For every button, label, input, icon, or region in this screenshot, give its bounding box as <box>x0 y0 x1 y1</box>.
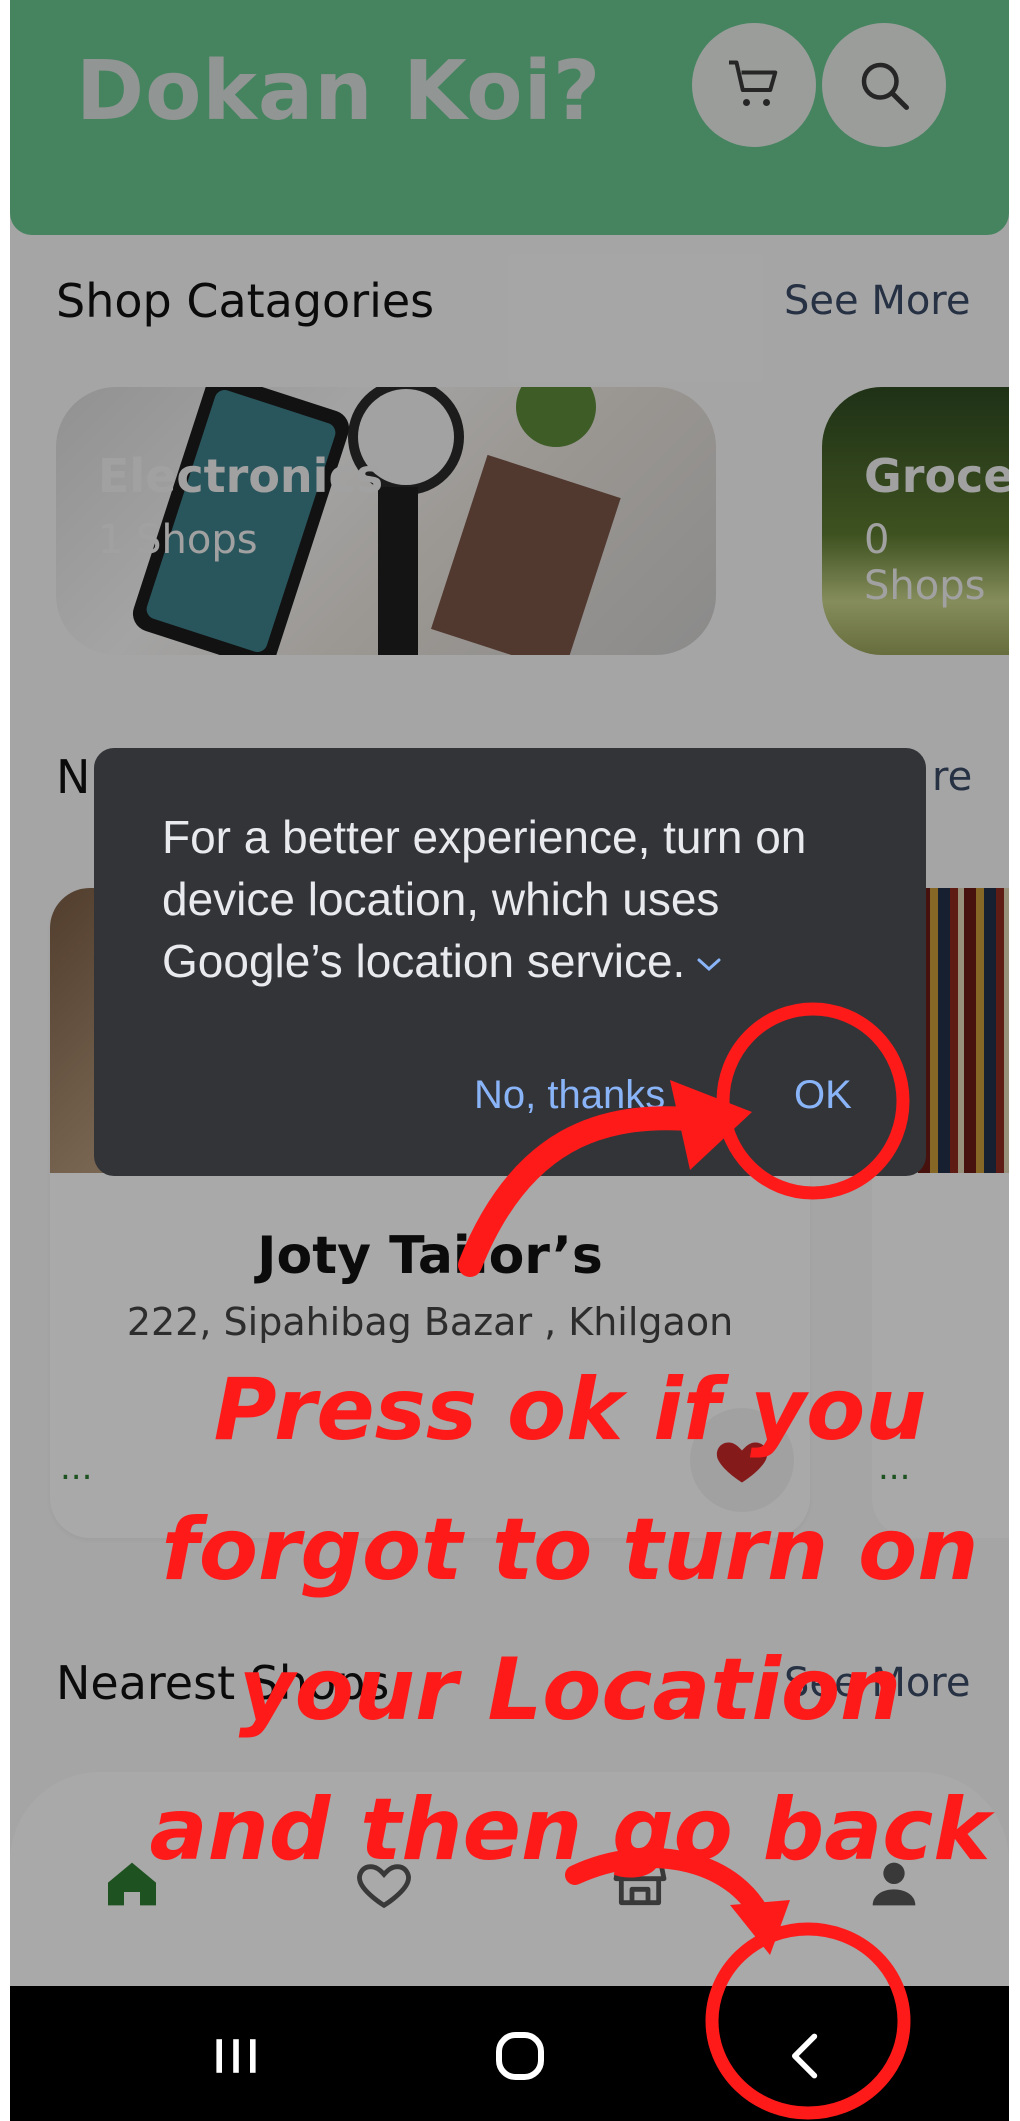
home-system-button[interactable] <box>480 2016 560 2096</box>
home-circle-icon <box>496 2032 544 2080</box>
recents-icon <box>216 2039 256 2073</box>
ok-button[interactable]: OK <box>794 1073 852 1118</box>
location-dialog: For a better experience, turn on device … <box>94 748 926 1176</box>
chevron-down-icon[interactable] <box>693 955 725 975</box>
dialog-message: For a better experience, turn on device … <box>162 806 882 992</box>
back-icon <box>792 2033 818 2079</box>
no-thanks-button[interactable]: No, thanks <box>474 1073 665 1118</box>
system-nav-bar <box>10 1986 1009 2121</box>
annotation-text: Press ok if you forgot to turn on your L… <box>149 1360 991 1880</box>
back-button[interactable] <box>766 2016 846 2096</box>
recents-button[interactable] <box>196 2016 276 2096</box>
